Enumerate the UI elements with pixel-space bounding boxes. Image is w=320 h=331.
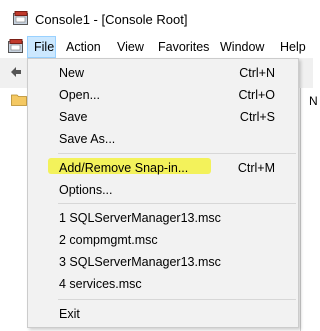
menu-item-label: Options... [59,183,113,197]
menu-item-save-as[interactable]: Save As... [28,128,298,150]
menu-item-label: Save [59,110,88,124]
menu-help[interactable]: Help [274,36,312,58]
menu-item-options[interactable]: Options... [28,179,298,201]
menu-item-shortcut: Ctrl+S [239,110,275,124]
menu-item-label: Exit [59,307,80,321]
menu-action[interactable]: Action [60,36,107,58]
menu-item-label: Open... [59,88,100,102]
menu-item-save[interactable]: Save Ctrl+S [28,106,298,128]
menu-separator [58,203,296,204]
menu-item-label: 2 compmgmt.msc [59,233,158,247]
menu-item-shortcut: Ctrl+N [239,66,275,80]
mmc-console-icon[interactable] [8,39,24,54]
back-arrow-icon[interactable] [9,65,23,79]
file-menu-dropdown: New Ctrl+N Open... Ctrl+O Save Ctrl+S Sa… [27,58,299,328]
menu-window[interactable]: Window [214,36,270,58]
folder-icon[interactable] [11,93,27,106]
menu-item-label: Save As... [59,132,116,146]
menu-item-label: New [59,66,85,80]
menu-item-shortcut: Ctrl+O [238,88,275,102]
menu-item-recent-4[interactable]: 4 services.msc [28,273,298,295]
menu-separator [58,299,296,300]
menu-item-shortcut: Ctrl+M [237,161,275,175]
menu-item-label: 1 SQLServerManager13.msc [59,211,221,225]
menu-item-recent-3[interactable]: 3 SQLServerManager13.msc [28,251,298,273]
menu-favorites[interactable]: Favorites [152,36,215,58]
menu-item-add-remove-snap-in[interactable]: Add/Remove Snap-in... Ctrl+M [28,157,298,179]
window-title: Console1 - [Console Root] [35,12,188,27]
menu-item-recent-1[interactable]: 1 SQLServerManager13.msc [28,207,298,229]
menu-file[interactable]: File [27,36,56,58]
mmc-console-icon [13,11,28,25]
menu-view[interactable]: View [111,36,150,58]
menu-item-label: Add/Remove Snap-in... [59,161,189,175]
menu-separator [58,153,296,154]
menu-item-label: 4 services.msc [59,277,142,291]
menu-item-recent-2[interactable]: 2 compmgmt.msc [28,229,298,251]
right-pane-text: N [309,94,318,108]
menu-item-label: 3 SQLServerManager13.msc [59,255,221,269]
right-pane: N [300,88,318,331]
menu-item-new[interactable]: New Ctrl+N [28,62,298,84]
menu-item-open[interactable]: Open... Ctrl+O [28,84,298,106]
title-bar: Console1 - [Console Root] [0,0,313,36]
menu-item-exit[interactable]: Exit [28,303,298,325]
menu-bar: File Action View Favorites Window Help [0,36,313,58]
